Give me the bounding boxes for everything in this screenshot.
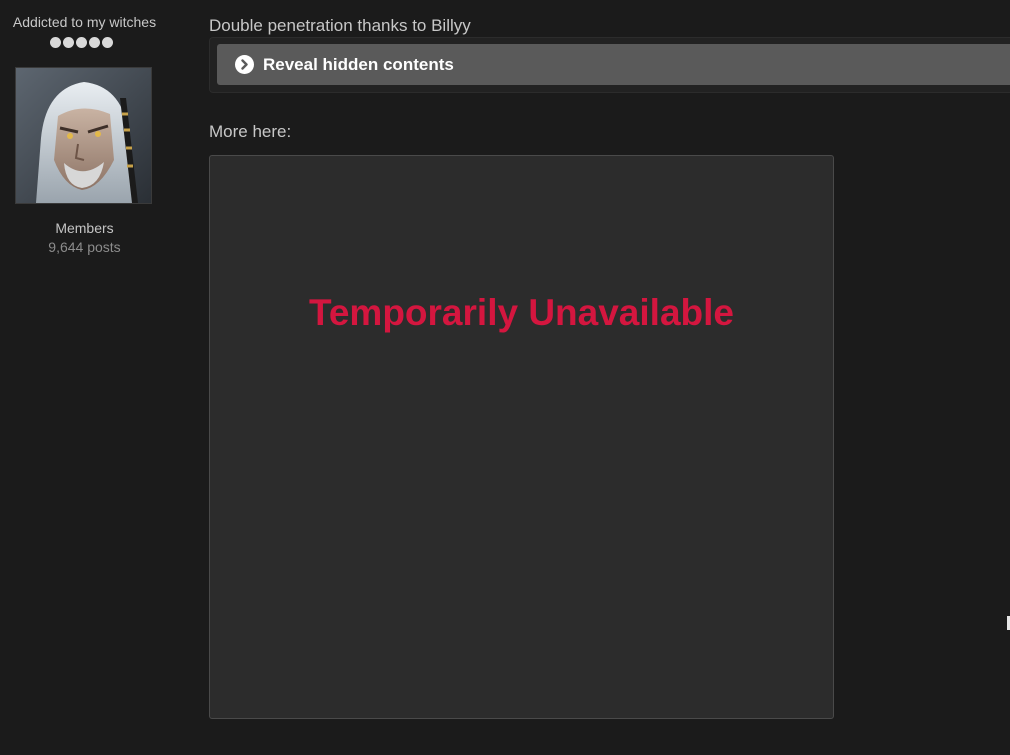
hidden-content-box: Reveal hidden contents [209,37,1010,93]
member-group: Members [55,220,114,236]
reveal-hidden-contents-button[interactable]: Reveal hidden contents [217,44,1010,85]
reveal-button-label: Reveal hidden contents [263,54,454,74]
chevron-right-circle-icon [235,55,254,74]
post-text: Double penetration thanks to Billyy [209,16,471,35]
more-here-label: More here: [209,122,292,141]
forum-post: Addicted to my witches Members 9,644 pos… [0,0,1010,755]
avatar[interactable] [15,67,152,204]
embedded-image-frame[interactable]: Temporarily Unavailable [209,155,834,719]
rank-pip-icon [102,37,113,48]
rank-pip-icon [50,37,61,48]
unavailable-message: Temporarily Unavailable [309,292,734,333]
rank-pips [50,37,113,48]
rank-pip-icon [76,37,87,48]
rank-pip-icon [89,37,100,48]
post-count: 9,644 posts [48,239,121,255]
member-title: Addicted to my witches [12,14,157,30]
rank-pip-icon [63,37,74,48]
